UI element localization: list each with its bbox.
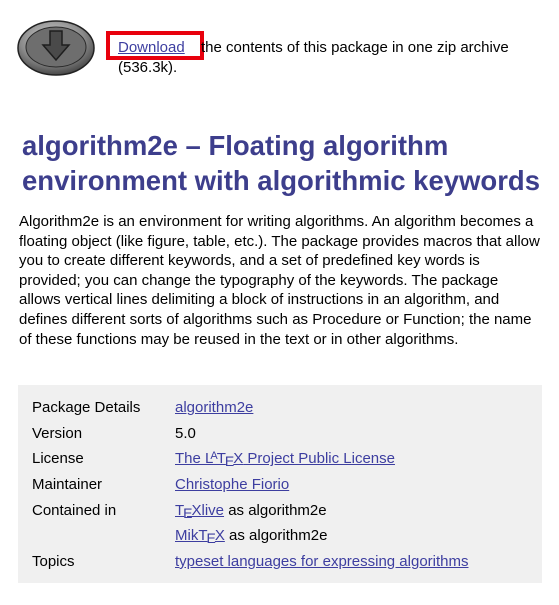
miktex-link[interactable]: MikTEX (175, 527, 225, 547)
topics-link[interactable]: typeset languages for expressing algorit… (175, 553, 469, 570)
download-arrow-icon[interactable] (16, 18, 102, 76)
texlive-e: E (183, 504, 193, 521)
package-details-box: Package Details algorithm2e Version 5.0 … (18, 385, 542, 583)
details-label: Package Details (32, 399, 141, 417)
package-details-table: Package Details algorithm2e Version 5.0 … (32, 395, 469, 574)
details-row-contained-texlive: Contained in TEXlive as algorithm2e (32, 497, 469, 523)
texlive-rest: Xlive (191, 501, 225, 519)
details-label: License (32, 450, 84, 468)
details-row-contained-miktex: MikTEX as algorithm2e (32, 523, 469, 549)
details-row-license: License The LATEX Project Public License (32, 446, 469, 472)
miktex-e: E (206, 530, 216, 547)
download-size: (536.3k). (118, 59, 178, 76)
details-row-package: Package Details algorithm2e (32, 395, 469, 421)
license-text-e: E (224, 453, 235, 470)
download-row: Download the contents of this package in… (16, 18, 546, 88)
texlive-link[interactable]: TEXlive (175, 501, 225, 521)
details-label: Topics (32, 552, 75, 570)
license-text-post: Project Public License (243, 450, 395, 468)
details-label: Version (32, 424, 83, 442)
texlive-suffix: as algorithm2e (224, 501, 327, 519)
download-link[interactable]: Download (118, 39, 185, 57)
miktex-x: X (214, 527, 225, 545)
license-link[interactable]: The LATEX Project Public License (175, 450, 395, 470)
details-row-maintainer: Maintainer Christophe Fiorio (32, 472, 469, 498)
version-value: 5.0 (175, 424, 196, 442)
package-link[interactable]: algorithm2e (175, 399, 253, 416)
license-text-a: A (210, 450, 218, 463)
details-row-topics: Topics typeset languages for expressing … (32, 549, 469, 575)
miktex-suffix: as algorithm2e (224, 527, 328, 545)
package-description: Algorithm2e is an environment for writin… (19, 213, 540, 348)
details-label: Maintainer (32, 476, 103, 494)
details-label: Contained in (32, 501, 117, 519)
maintainer-link[interactable]: Christophe Fiorio (175, 476, 289, 493)
license-text-pre: The L (175, 450, 214, 468)
miktex-pre: MikT (175, 527, 208, 545)
download-description: the contents of this package in one zip … (201, 39, 509, 56)
page-title: algorithm2e – Floating algorithm environ… (22, 130, 541, 196)
license-text-x: X (233, 450, 244, 468)
details-row-version: Version 5.0 (32, 421, 469, 447)
